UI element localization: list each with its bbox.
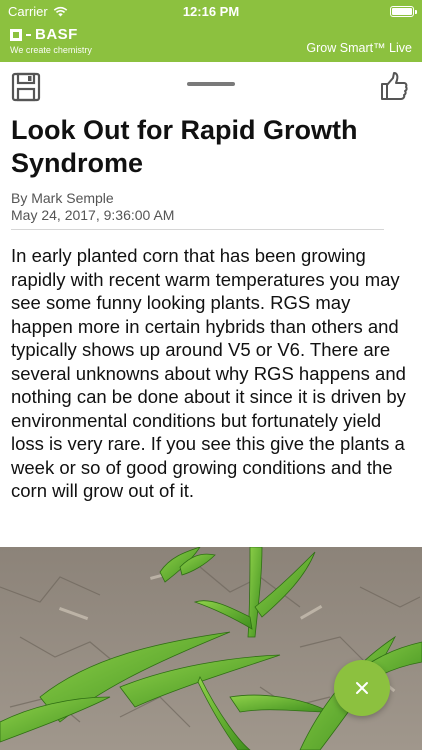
carrier-label: Carrier [8, 3, 48, 19]
brand-bar: BASF We create chemistry Grow Smart™ Liv… [0, 22, 422, 62]
close-button[interactable] [334, 660, 390, 716]
save-icon[interactable] [10, 71, 42, 103]
thumbs-up-icon[interactable] [378, 70, 410, 102]
article-byline: By Mark Semple May 24, 2017, 9:36:00 AM [11, 190, 174, 224]
status-left: Carrier [8, 4, 68, 19]
article-author: By Mark Semple [11, 190, 114, 206]
brand-tagline: We create chemistry [10, 45, 92, 55]
article-photo [0, 547, 422, 750]
logo-dash [26, 33, 31, 36]
article-title: Look Out for Rapid Growth Syndrome [11, 115, 358, 178]
article-date: May 24, 2017, 9:36:00 AM [11, 207, 175, 223]
close-icon [356, 682, 368, 694]
status-bar: Carrier 12:16 PM [0, 0, 422, 22]
sheet-grabber[interactable] [187, 82, 235, 86]
battery-icon [390, 5, 417, 17]
article-body: In early planted corn that has been grow… [11, 245, 406, 501]
wifi-icon [53, 6, 67, 16]
article-sheet: Look Out for Rapid Growth Syndrome By Ma… [0, 62, 422, 750]
byline-divider [11, 229, 384, 230]
basf-logo: BASF [10, 26, 78, 43]
app-name: Grow Smart™ Live [306, 41, 412, 55]
logo-square-icon [10, 28, 22, 41]
logo-text: BASF [35, 26, 78, 43]
corn-field-image [0, 547, 422, 750]
